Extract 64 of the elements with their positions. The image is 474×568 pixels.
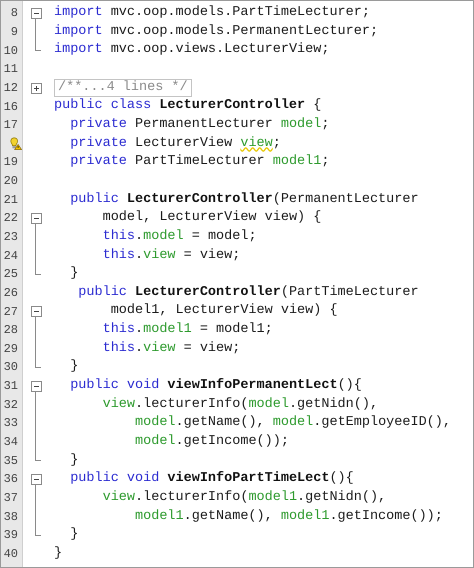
code-line: model.getName(), model.getEmployeeID(), <box>134 414 451 432</box>
code-line: } <box>69 452 78 470</box>
line-number: 22 <box>4 210 19 228</box>
code-line: import mvc.oop.views.LecturerView; <box>54 41 330 60</box>
code-line: import mvc.oop.models.PartTimeLecturer; <box>54 4 370 22</box>
fold-minus-icon[interactable] <box>30 213 42 224</box>
line-number: 12 <box>4 80 19 97</box>
folded-comment[interactable]: /**...4 lines */ <box>54 78 192 97</box>
lightbulb-warning-icon[interactable] <box>9 136 22 152</box>
line-number: 26 <box>4 284 19 302</box>
code-line: } <box>69 526 78 544</box>
code-line: private PartTimeLecturer model1; <box>69 153 330 172</box>
code-line: this.model = model; <box>102 228 257 246</box>
line-number: 16 <box>4 98 19 116</box>
line-number: 8 <box>10 5 19 22</box>
code-line: public LecturerController(PartTimeLecturer <box>77 284 419 302</box>
code-line: model.getIncome()); <box>134 432 289 451</box>
line-number: 23 <box>4 229 19 246</box>
line-number: 29 <box>4 340 19 358</box>
code-line: } <box>69 265 78 284</box>
code-line: public class LecturerController { <box>54 97 322 116</box>
code-line: private PermanentLecturer model; <box>69 116 330 134</box>
line-number: 38 <box>4 508 19 526</box>
line-number: 33 <box>4 415 19 432</box>
line-number: 24 <box>4 248 19 265</box>
code-line: this.view = view; <box>102 246 240 265</box>
line-number: 34 <box>4 434 19 452</box>
line-number: 19 <box>4 154 19 172</box>
line-number: 36 <box>4 471 19 488</box>
code-line: this.model1 = model1; <box>102 321 273 340</box>
line-number: 32 <box>4 396 19 414</box>
line-number: 20 <box>4 173 19 190</box>
code-line: } <box>69 358 78 376</box>
fold-minus-icon[interactable] <box>30 8 42 19</box>
line-number: 37 <box>4 490 19 507</box>
code-line: model1.getName(), model1.getIncome()); <box>134 508 443 526</box>
code-line: model1, LecturerView view) { <box>110 302 338 320</box>
fold-minus-icon[interactable] <box>30 474 42 486</box>
line-number: 17 <box>4 117 19 134</box>
code-line: public void viewInfoPartTimeLect(){ <box>69 470 354 488</box>
line-number: 39 <box>4 527 19 544</box>
fold-plus-icon[interactable] <box>30 82 42 94</box>
line-number: 10 <box>4 42 19 60</box>
line-number: 9 <box>10 24 19 41</box>
code-line: public LecturerController(PermanentLecturer <box>69 190 419 209</box>
code-line: view.lecturerInfo(model.getNidn(), <box>102 396 378 414</box>
line-number: 21 <box>4 192 19 209</box>
line-number: 11 <box>4 61 19 78</box>
line-number: 40 <box>4 546 19 563</box>
line-number: 30 <box>4 359 19 376</box>
code-line: private LecturerView view; <box>69 134 281 153</box>
code-line: public void viewInfoPermanentLect(){ <box>69 377 362 396</box>
fold-minus-icon[interactable] <box>30 306 42 318</box>
line-number: 25 <box>4 266 19 284</box>
code-line: model, LecturerView view) { <box>102 209 322 228</box>
line-number: 27 <box>4 304 19 321</box>
line-number: 28 <box>4 322 19 340</box>
code-line: } <box>54 544 62 563</box>
fold-minus-icon[interactable] <box>30 380 42 392</box>
line-number: 31 <box>4 378 19 396</box>
code-line: import mvc.oop.models.PermanentLecturer; <box>54 22 378 41</box>
code-line: this.view = view; <box>102 340 240 358</box>
code-line: view.lecturerInfo(model1.getNidn(), <box>102 488 386 507</box>
line-number: 35 <box>4 452 19 470</box>
